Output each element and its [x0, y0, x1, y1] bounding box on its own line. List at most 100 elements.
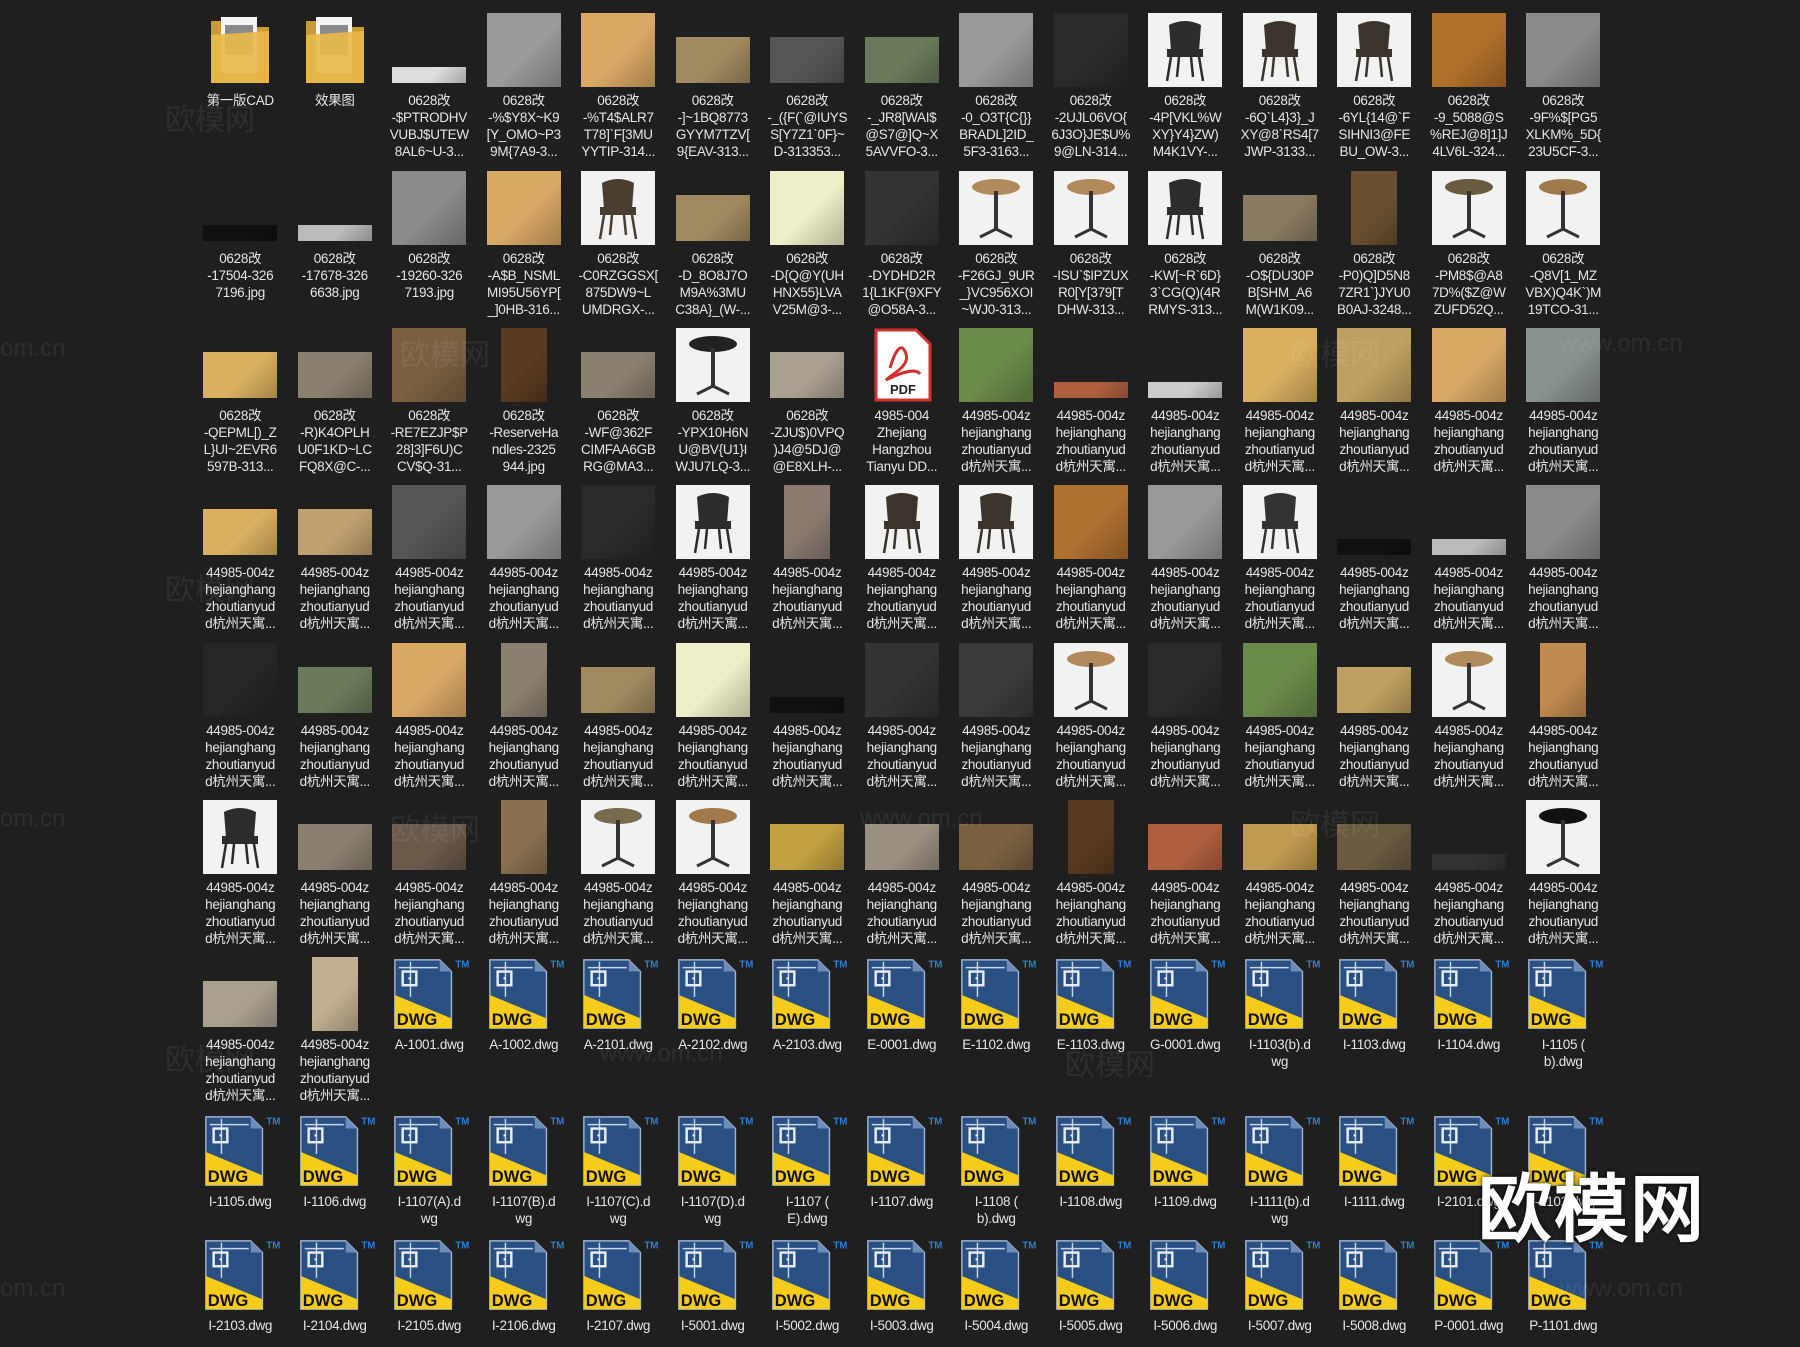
image-file-item[interactable]: 0628改 -17504-326 7196.jpg: [193, 169, 288, 318]
image-file-item[interactable]: 44985-004z hejianghang zhoutianyud d杭州天寓…: [1044, 798, 1139, 947]
image-file-item[interactable]: 44985-004z hejianghang zhoutianyud d杭州天寓…: [193, 955, 288, 1104]
image-file-item[interactable]: 44985-004z hejianghang zhoutianyud d杭州天寓…: [288, 483, 383, 632]
image-file-item[interactable]: 0628改 -Q8V[1_MZ VBX)Q4K`)M 19TCO-31...: [1516, 169, 1611, 318]
image-file-item[interactable]: 0628改 -D{Q@Y(UH HNX55}LVA V25M@3-...: [760, 169, 855, 318]
dwg-file-item[interactable]: TM DWG I-2106.dwg: [477, 1236, 572, 1334]
dwg-file-item[interactable]: TM DWG I-1109.dwg: [1138, 1112, 1233, 1227]
image-file-item[interactable]: 44985-004z hejianghang zhoutianyud d杭州天寓…: [760, 798, 855, 947]
image-file-item[interactable]: 44985-004z hejianghang zhoutianyud d杭州天寓…: [1422, 326, 1517, 475]
dwg-file-item[interactable]: TM DWG I-1105 ( b).dwg: [1516, 955, 1611, 1104]
image-file-item[interactable]: 0628改 -ISU`$IPZUX R0[Y[379[T DHW-313...: [1044, 169, 1139, 318]
image-file-item[interactable]: 44985-004z hejianghang zhoutianyud d杭州天寓…: [1516, 483, 1611, 632]
image-file-item[interactable]: 0628改 -F26GJ_9UR _}VC956XOI ~WJ0-313...: [949, 169, 1044, 318]
dwg-file-item[interactable]: TM DWG I-5004.dwg: [949, 1236, 1044, 1334]
dwg-file-item[interactable]: TM DWG E-1103.dwg: [1044, 955, 1139, 1104]
image-file-item[interactable]: 44985-004z hejianghang zhoutianyud d杭州天寓…: [193, 798, 288, 947]
image-file-item[interactable]: 44985-004z hejianghang zhoutianyud d杭州天寓…: [1138, 326, 1233, 475]
image-file-item[interactable]: 44985-004z hejianghang zhoutianyud d杭州天寓…: [949, 798, 1044, 947]
image-file-item[interactable]: 0628改 -19260-326 7193.jpg: [382, 169, 477, 318]
dwg-file-item[interactable]: TM DWG I-2103.dwg: [193, 1236, 288, 1334]
image-file-item[interactable]: 0628改 -4P[VKL%W XY}Y4}ZW) M4K1VY-...: [1138, 11, 1233, 160]
dwg-file-item[interactable]: TM DWG I-2105.dwg: [382, 1236, 477, 1334]
image-file-item[interactable]: 44985-004z hejianghang zhoutianyud d杭州天寓…: [1138, 483, 1233, 632]
dwg-file-item[interactable]: TM DWG I-5003.dwg: [855, 1236, 950, 1334]
image-file-item[interactable]: 0628改 -%T4$ALR7 T78]`F[3MU YYTIP-314...: [571, 11, 666, 160]
image-file-item[interactable]: 0628改 -YPX10H6N U@BV{U1}I WJU7LQ-3...: [666, 326, 761, 475]
folder-item[interactable]: 第一版CAD: [193, 11, 288, 160]
image-file-item[interactable]: 0628改 -KW[~R`6D} 3`CG(Q)(4R RMYS-313...: [1138, 169, 1233, 318]
image-file-item[interactable]: 0628改 -_({F(`@IUYS S[Y7Z1`0F}~ D-313353.…: [760, 11, 855, 160]
image-file-item[interactable]: 44985-004z hejianghang zhoutianyud d杭州天寓…: [288, 641, 383, 790]
image-file-item[interactable]: 44985-004z hejianghang zhoutianyud d杭州天寓…: [477, 798, 572, 947]
image-file-item[interactable]: 44985-004z hejianghang zhoutianyud d杭州天寓…: [1422, 798, 1517, 947]
dwg-file-item[interactable]: TM DWG I-1111(b).d wg: [1233, 1112, 1328, 1227]
image-file-item[interactable]: 44985-004z hejianghang zhoutianyud d杭州天寓…: [1044, 641, 1139, 790]
image-file-item[interactable]: 0628改 -6Q`L4}3}_J XY@8`RS4[7 JWP-3133...: [1233, 11, 1328, 160]
dwg-file-item[interactable]: TM DWG I-1107(C).d wg: [571, 1112, 666, 1227]
image-file-item[interactable]: 44985-004z hejianghang zhoutianyud d杭州天寓…: [949, 483, 1044, 632]
image-file-item[interactable]: 0628改 -QEPML[)_Z L}UI~2EVR6 597B-313...: [193, 326, 288, 475]
image-file-item[interactable]: 44985-004z hejianghang zhoutianyud d杭州天寓…: [1327, 798, 1422, 947]
dwg-file-item[interactable]: TM DWG I-5007.dwg: [1233, 1236, 1328, 1334]
dwg-file-item[interactable]: TM DWG I-1107(B).d wg: [477, 1112, 572, 1227]
image-file-item[interactable]: 44985-004z hejianghang zhoutianyud d杭州天寓…: [1138, 641, 1233, 790]
dwg-file-item[interactable]: TM DWG I-5008.dwg: [1327, 1236, 1422, 1334]
image-file-item[interactable]: 0628改 -RE7EZJP$P 28]3]F6U)C CV$Q-31...: [382, 326, 477, 475]
dwg-file-item[interactable]: TM DWG I-1107(A).d wg: [382, 1112, 477, 1227]
image-file-item[interactable]: 44985-004z hejianghang zhoutianyud d杭州天寓…: [477, 483, 572, 632]
image-file-item[interactable]: 0628改 -R)K4OPLH U0F1KD~LC FQ8X@C-...: [288, 326, 383, 475]
dwg-file-item[interactable]: TM DWG I-1107(D).d wg: [666, 1112, 761, 1227]
image-file-item[interactable]: 0628改 -D_8O8J7O M9A%3MU C38A}_(W-...: [666, 169, 761, 318]
image-file-item[interactable]: 44985-004z hejianghang zhoutianyud d杭州天寓…: [666, 641, 761, 790]
image-file-item[interactable]: 0628改 -6YL{14@`F SIHNI3@FE BU_OW-3...: [1327, 11, 1422, 160]
image-file-item[interactable]: 0628改 -WF@362F CIMFAA6GB RG@MA3...: [571, 326, 666, 475]
dwg-file-item[interactable]: TM DWG I-1106.dwg: [288, 1112, 383, 1227]
image-file-item[interactable]: 44985-004z hejianghang zhoutianyud d杭州天寓…: [1422, 641, 1517, 790]
image-file-item[interactable]: 44985-004z hejianghang zhoutianyud d杭州天寓…: [666, 483, 761, 632]
dwg-file-item[interactable]: TM DWG I-1103(b).d wg: [1233, 955, 1328, 1104]
image-file-item[interactable]: 0628改 -P0)Q]D5N8 7ZR1`}JYU0 B0AJ-3248...: [1327, 169, 1422, 318]
image-file-item[interactable]: 44985-004z hejianghang zhoutianyud d杭州天寓…: [1044, 326, 1139, 475]
image-file-item[interactable]: 44985-004z hejianghang zhoutianyud d杭州天寓…: [477, 641, 572, 790]
image-file-item[interactable]: 44985-004z hejianghang zhoutianyud d杭州天寓…: [571, 798, 666, 947]
image-file-item[interactable]: 44985-004z hejianghang zhoutianyud d杭州天寓…: [1516, 326, 1611, 475]
image-file-item[interactable]: 44985-004z hejianghang zhoutianyud d杭州天寓…: [1233, 326, 1328, 475]
image-file-item[interactable]: 44985-004z hejianghang zhoutianyud d杭州天寓…: [1327, 483, 1422, 632]
image-file-item[interactable]: 0628改 -_JR8[WAI$ @S7@]Q~X 5AVVFO-3...: [855, 11, 950, 160]
image-file-item[interactable]: 0628改 -C0RZGGSX[ 875DW9~L UMDRGX-...: [571, 169, 666, 318]
dwg-file-item[interactable]: TM DWG I-1111.dwg: [1327, 1112, 1422, 1227]
dwg-file-item[interactable]: TM DWG A-1002.dwg: [477, 955, 572, 1104]
dwg-file-item[interactable]: TM DWG A-2102.dwg: [666, 955, 761, 1104]
image-file-item[interactable]: 44985-004z hejianghang zhoutianyud d杭州天寓…: [288, 798, 383, 947]
pdf-file-item[interactable]: PDF 4985-004 Zhejiang Hangzhou Tianyu DD…: [855, 326, 950, 475]
image-file-item[interactable]: 44985-004z hejianghang zhoutianyud d杭州天寓…: [571, 483, 666, 632]
dwg-file-item[interactable]: TM DWG G-0001.dwg: [1138, 955, 1233, 1104]
dwg-file-item[interactable]: TM DWG I-5002.dwg: [760, 1236, 855, 1334]
image-file-item[interactable]: 44985-004z hejianghang zhoutianyud d杭州天寓…: [855, 798, 950, 947]
image-file-item[interactable]: 0628改 -0_O3T{C{}} BRADL]2ID_ 5F3-3163...: [949, 11, 1044, 160]
image-file-item[interactable]: 44985-004z hejianghang zhoutianyud d杭州天寓…: [1233, 483, 1328, 632]
image-file-item[interactable]: 44985-004z hejianghang zhoutianyud d杭州天寓…: [1327, 641, 1422, 790]
image-file-item[interactable]: 44985-004z hejianghang zhoutianyud d杭州天寓…: [949, 326, 1044, 475]
image-file-item[interactable]: 44985-004z hejianghang zhoutianyud d杭州天寓…: [666, 798, 761, 947]
image-file-item[interactable]: 44985-004z hejianghang zhoutianyud d杭州天寓…: [1422, 483, 1517, 632]
dwg-file-item[interactable]: TM DWG I-1108.dwg: [1044, 1112, 1139, 1227]
image-file-item[interactable]: 44985-004z hejianghang zhoutianyud d杭州天寓…: [382, 641, 477, 790]
image-file-item[interactable]: 0628改 -]~1BQ8773 GYYM7TZV[ 9{EAV-313...: [666, 11, 761, 160]
dwg-file-item[interactable]: TM DWG I-2107.dwg: [571, 1236, 666, 1334]
image-file-item[interactable]: 44985-004z hejianghang zhoutianyud d杭州天寓…: [193, 641, 288, 790]
image-file-item[interactable]: 44985-004z hejianghang zhoutianyud d杭州天寓…: [1138, 798, 1233, 947]
dwg-file-item[interactable]: TM DWG E-1102.dwg: [949, 955, 1044, 1104]
image-file-item[interactable]: 44985-004z hejianghang zhoutianyud d杭州天寓…: [1516, 798, 1611, 947]
image-file-item[interactable]: 0628改 -ZJU$)0VPQ )J4@5DJ@ @E8XLH-...: [760, 326, 855, 475]
image-file-item[interactable]: 44985-004z hejianghang zhoutianyud d杭州天寓…: [1233, 798, 1328, 947]
image-file-item[interactable]: 44985-004z hejianghang zhoutianyud d杭州天寓…: [855, 483, 950, 632]
image-file-item[interactable]: 0628改 -9_5088@S %REJ@8]1]J 4LV6L-324...: [1422, 11, 1517, 160]
dwg-file-item[interactable]: TM DWG I-2104.dwg: [288, 1236, 383, 1334]
image-file-item[interactable]: 44985-004z hejianghang zhoutianyud d杭州天寓…: [760, 483, 855, 632]
image-file-item[interactable]: 44985-004z hejianghang zhoutianyud d杭州天寓…: [288, 955, 383, 1104]
dwg-file-item[interactable]: TM DWG I-1107.dwg: [855, 1112, 950, 1227]
image-file-item[interactable]: 0628改 -9F%$[PG5 XLKM%_5D{ 23U5CF-3...: [1516, 11, 1611, 160]
dwg-file-item[interactable]: TM DWG I-1103.dwg: [1327, 955, 1422, 1104]
image-file-item[interactable]: 0628改 -PM8$@A8 7D%($Z@W ZUFD52Q...: [1422, 169, 1517, 318]
